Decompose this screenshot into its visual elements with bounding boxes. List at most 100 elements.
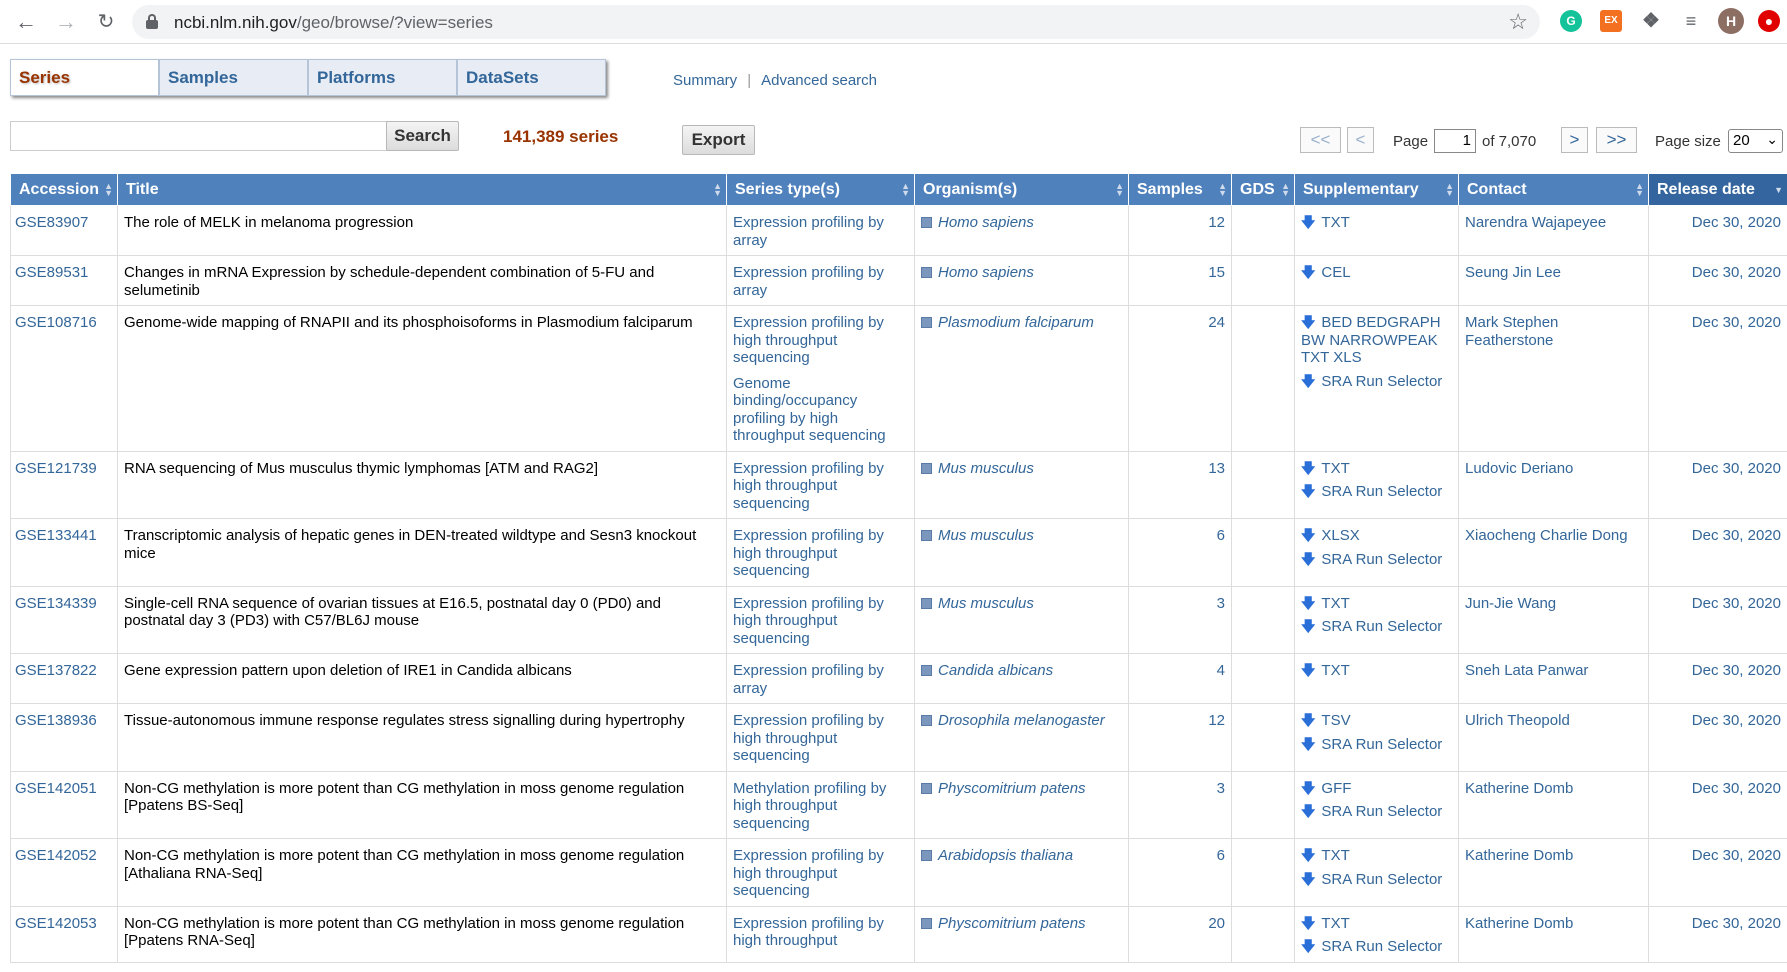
supplementary-link[interactable]: 🡇 SRA Run Selector <box>1301 871 1452 889</box>
tab-series[interactable]: Series <box>10 59 159 96</box>
contact-link[interactable]: Xiaocheng Charlie Dong <box>1458 518 1649 587</box>
page-size-select[interactable]: 20 ⌄ <box>1728 129 1783 153</box>
series-type-link[interactable]: Expression profiling by array <box>733 214 908 249</box>
organism-taxonomy-icon[interactable] <box>921 530 932 541</box>
organism-link[interactable]: Mus musculus <box>938 460 1034 477</box>
samples-count[interactable]: 13 <box>1128 450 1232 519</box>
supplementary-link[interactable]: 🡇 SRA Run Selector <box>1301 373 1452 391</box>
extension-badge-icon[interactable]: EX <box>1600 10 1622 32</box>
samples-count[interactable]: 3 <box>1128 585 1232 654</box>
forward-arrow-icon[interactable]: → <box>52 8 80 36</box>
puzzle-extensions-icon[interactable]: ❖ <box>1640 10 1662 32</box>
organism-link[interactable]: Physcomitrium patens <box>938 780 1086 797</box>
samples-count[interactable]: 12 <box>1128 205 1232 256</box>
samples-count[interactable]: 15 <box>1128 255 1232 306</box>
accession-link[interactable]: GSE142051 <box>10 770 118 839</box>
page-number-input[interactable]: 1 <box>1434 129 1476 153</box>
contact-link[interactable]: Ulrich Theopold <box>1458 703 1649 772</box>
organism-link[interactable]: Mus musculus <box>938 527 1034 544</box>
summary-link[interactable]: Summary <box>673 72 737 89</box>
col-accession[interactable]: Accession ▲ ▼ <box>10 173 118 206</box>
supplementary-link[interactable]: 🡇 TXT <box>1301 460 1452 478</box>
series-type-link[interactable]: Expression profiling by high throughput … <box>733 314 908 367</box>
col-samples[interactable]: Samples ▲ ▼ <box>1128 173 1232 206</box>
supplementary-link[interactable]: 🡇 XLSX <box>1301 527 1452 545</box>
accession-link[interactable]: GSE134339 <box>10 585 118 654</box>
organism-link[interactable]: Plasmodium falciparum <box>938 314 1094 331</box>
bookmark-star-icon[interactable]: ☆ <box>1508 9 1528 35</box>
series-type-link[interactable]: Expression profiling by array <box>733 662 908 697</box>
organism-taxonomy-icon[interactable] <box>921 462 932 474</box>
contact-link[interactable]: Katherine Domb <box>1458 905 1649 963</box>
contact-link[interactable]: Jun-Jie Wang <box>1458 585 1649 654</box>
search-button[interactable]: Search <box>386 121 459 151</box>
contact-link[interactable]: Katherine Domb <box>1458 838 1649 907</box>
accession-link[interactable]: GSE133441 <box>10 518 118 587</box>
supplementary-link[interactable]: 🡇 SRA Run Selector <box>1301 803 1452 821</box>
supplementary-link[interactable]: 🡇 TXT <box>1301 662 1452 680</box>
tab-datasets[interactable]: DataSets <box>457 59 606 96</box>
series-type-link[interactable]: Expression profiling by high throughput … <box>733 595 908 648</box>
series-type-link[interactable]: Expression profiling by high throughput <box>733 915 908 950</box>
organism-link[interactable]: Drosophila melanogaster <box>938 712 1105 729</box>
samples-count[interactable]: 12 <box>1128 703 1232 772</box>
col-series-type[interactable]: Series type(s) ▲ ▼ <box>726 173 915 206</box>
advanced-search-link[interactable]: Advanced search <box>761 72 877 89</box>
col-title[interactable]: Title ▲ ▼ <box>117 173 727 206</box>
organism-taxonomy-icon[interactable] <box>921 665 932 676</box>
supplementary-link[interactable]: 🡇 BED BEDGRAPH BW NARROWPEAK TXT XLS <box>1301 314 1452 367</box>
samples-count[interactable]: 3 <box>1128 770 1232 839</box>
samples-count[interactable]: 6 <box>1128 518 1232 587</box>
col-organism[interactable]: Organism(s) ▲ ▼ <box>914 173 1129 206</box>
series-type-link[interactable]: Expression profiling by array <box>733 264 908 299</box>
organism-taxonomy-icon[interactable] <box>921 917 932 929</box>
samples-count[interactable]: 20 <box>1128 905 1232 963</box>
organism-taxonomy-icon[interactable] <box>921 782 932 794</box>
samples-count[interactable]: 24 <box>1128 305 1232 452</box>
organism-taxonomy-icon[interactable] <box>921 317 932 328</box>
supplementary-link[interactable]: 🡇 TXT <box>1301 847 1452 865</box>
supplementary-link[interactable]: 🡇 GFF <box>1301 780 1452 798</box>
accession-link[interactable]: GSE83907 <box>10 205 118 256</box>
samples-count[interactable]: 6 <box>1128 838 1232 907</box>
grammarly-icon[interactable]: G <box>1560 10 1582 32</box>
organism-link[interactable]: Homo sapiens <box>938 264 1034 281</box>
series-type-link[interactable]: Methylation profiling by high throughput… <box>733 780 908 833</box>
back-arrow-icon[interactable]: ← <box>12 8 40 36</box>
next-page-button[interactable]: > <box>1561 127 1588 153</box>
organism-taxonomy-icon[interactable] <box>921 267 932 278</box>
accession-link[interactable]: GSE121739 <box>10 450 118 519</box>
accession-link[interactable]: GSE89531 <box>10 255 118 306</box>
tab-samples[interactable]: Samples <box>159 59 308 96</box>
search-input[interactable] <box>10 121 387 151</box>
first-page-button[interactable]: << <box>1300 127 1341 153</box>
last-page-button[interactable]: >> <box>1596 127 1637 153</box>
col-supplementary[interactable]: Supplementary ▲ ▼ <box>1294 173 1459 206</box>
tab-platforms[interactable]: Platforms <box>308 59 457 96</box>
series-type-link[interactable]: Expression profiling by high throughput … <box>733 712 908 765</box>
contact-link[interactable]: Ludovic Deriano <box>1458 450 1649 519</box>
supplementary-link[interactable]: 🡇 TXT <box>1301 214 1452 232</box>
col-release-date[interactable]: Release date ▼ <box>1648 173 1787 206</box>
accession-link[interactable]: GSE108716 <box>10 305 118 452</box>
organism-link[interactable]: Homo sapiens <box>938 214 1034 231</box>
accession-link[interactable]: GSE142053 <box>10 905 118 963</box>
accession-link[interactable]: GSE137822 <box>10 653 118 704</box>
profile-avatar[interactable]: H <box>1718 8 1744 34</box>
alert-extension-icon[interactable]: ● <box>1758 10 1780 32</box>
organism-link[interactable]: Mus musculus <box>938 595 1034 612</box>
supplementary-link[interactable]: 🡇 CEL <box>1301 264 1452 282</box>
supplementary-link[interactable]: 🡇 SRA Run Selector <box>1301 551 1452 569</box>
series-type-link[interactable]: Expression profiling by high throughput … <box>733 847 908 900</box>
supplementary-link[interactable]: 🡇 SRA Run Selector <box>1301 618 1452 636</box>
organism-taxonomy-icon[interactable] <box>921 850 932 861</box>
supplementary-link[interactable]: 🡇 TSV <box>1301 712 1452 730</box>
reading-list-icon[interactable]: ≡ <box>1680 10 1702 32</box>
supplementary-link[interactable]: 🡇 SRA Run Selector <box>1301 736 1452 754</box>
contact-link[interactable]: Sneh Lata Panwar <box>1458 653 1649 704</box>
col-gds[interactable]: GDS ▲ ▼ <box>1231 173 1295 206</box>
organism-taxonomy-icon[interactable] <box>921 597 932 609</box>
accession-link[interactable]: GSE138936 <box>10 703 118 772</box>
export-button[interactable]: Export <box>682 125 755 155</box>
series-type-link[interactable]: Expression profiling by high throughput … <box>733 527 908 580</box>
